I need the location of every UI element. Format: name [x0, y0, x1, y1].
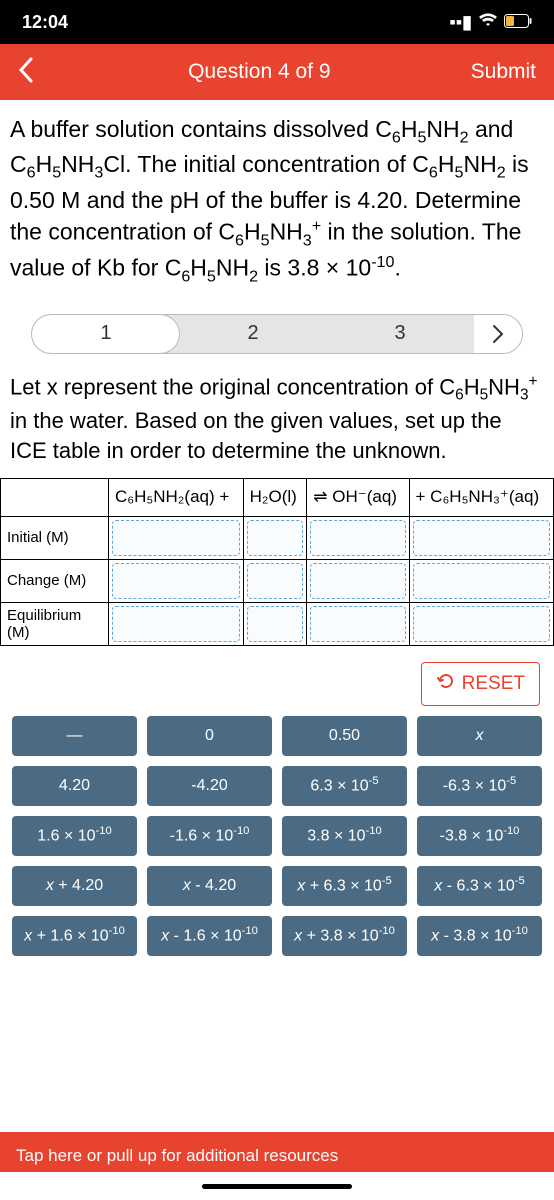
back-button[interactable]: [18, 57, 48, 87]
col-hydroxide: ⇌ OH⁻(aq): [307, 478, 409, 516]
ice-cell[interactable]: [112, 563, 240, 599]
undo-icon: [436, 671, 456, 697]
status-time: 12:04: [22, 12, 68, 33]
step-3[interactable]: 3: [327, 315, 474, 353]
ice-cell[interactable]: [413, 520, 550, 556]
option-tile[interactable]: x - 6.3 × 10-5: [417, 866, 542, 906]
col-water: H₂O(l): [243, 478, 307, 516]
instruction-text: Let x represent the original concentrati…: [0, 368, 554, 478]
option-tile[interactable]: -3.8 × 10-10: [417, 816, 542, 856]
option-tile[interactable]: x - 4.20: [147, 866, 272, 906]
option-tile[interactable]: 1.6 × 10-10: [12, 816, 137, 856]
ice-cell[interactable]: [310, 606, 405, 642]
ice-cell[interactable]: [310, 563, 405, 599]
option-tile[interactable]: 0.50: [282, 716, 407, 756]
answer-options: —00.50x 4.20-4.206.3 × 10-5-6.3 × 10-5 1.6…: [0, 716, 554, 976]
option-tile[interactable]: 3.8 × 10-10: [282, 816, 407, 856]
battery-icon: [504, 12, 532, 33]
ice-cell[interactable]: [413, 563, 550, 599]
home-indicator: [0, 1172, 554, 1200]
col-conjugate: + C₆H₅NH₃⁺(aq): [409, 478, 553, 516]
ice-cell[interactable]: [247, 563, 304, 599]
step-selector: 1 2 3: [0, 302, 554, 368]
step-2[interactable]: 2: [179, 315, 326, 353]
row-initial: Initial (M): [1, 516, 109, 559]
status-icons: ▪▪▮: [449, 12, 532, 33]
option-tile[interactable]: —: [12, 716, 137, 756]
ice-table: C₆H₅NH₂(aq) + H₂O(l) ⇌ OH⁻(aq) + C₆H₅NH₃…: [0, 478, 554, 646]
question-text: A buffer solution contains dissolved C6H…: [0, 100, 554, 302]
step-next-button[interactable]: [474, 315, 522, 353]
option-tile[interactable]: -4.20: [147, 766, 272, 806]
row-change: Change (M): [1, 559, 109, 602]
option-tile[interactable]: x + 6.3 × 10-5: [282, 866, 407, 906]
step-1[interactable]: 1: [32, 315, 179, 353]
col-reactant: C₆H₅NH₂(aq) +: [109, 478, 244, 516]
option-tile[interactable]: 4.20: [12, 766, 137, 806]
option-tile[interactable]: x - 1.6 × 10-10: [147, 916, 272, 956]
reset-label: RESET: [462, 673, 525, 695]
app-header: Question 4 of 9 Submit: [0, 44, 554, 100]
resources-drawer[interactable]: Tap here or pull up for additional resou…: [0, 1132, 554, 1172]
signal-icon: ▪▪▮: [449, 12, 472, 33]
option-tile[interactable]: -1.6 × 10-10: [147, 816, 272, 856]
status-bar: 12:04 ▪▪▮: [0, 0, 554, 44]
option-tile[interactable]: x + 3.8 × 10-10: [282, 916, 407, 956]
submit-button[interactable]: Submit: [471, 60, 536, 84]
option-tile[interactable]: -6.3 × 10-5: [417, 766, 542, 806]
option-tile[interactable]: x - 3.8 × 10-10: [417, 916, 542, 956]
ice-cell[interactable]: [112, 606, 240, 642]
option-tile[interactable]: x + 1.6 × 10-10: [12, 916, 137, 956]
ice-cell[interactable]: [413, 606, 550, 642]
question-counter: Question 4 of 9: [48, 60, 471, 84]
ice-cell[interactable]: [247, 520, 304, 556]
option-tile[interactable]: x: [417, 716, 542, 756]
ice-cell[interactable]: [112, 520, 240, 556]
option-tile[interactable]: x + 4.20: [12, 866, 137, 906]
wifi-icon: [478, 12, 498, 33]
option-tile[interactable]: 6.3 × 10-5: [282, 766, 407, 806]
row-equilibrium: Equilibrium (M): [1, 602, 109, 645]
option-tile[interactable]: 0: [147, 716, 272, 756]
ice-cell[interactable]: [310, 520, 405, 556]
ice-cell[interactable]: [247, 606, 304, 642]
reset-button[interactable]: RESET: [421, 662, 540, 706]
